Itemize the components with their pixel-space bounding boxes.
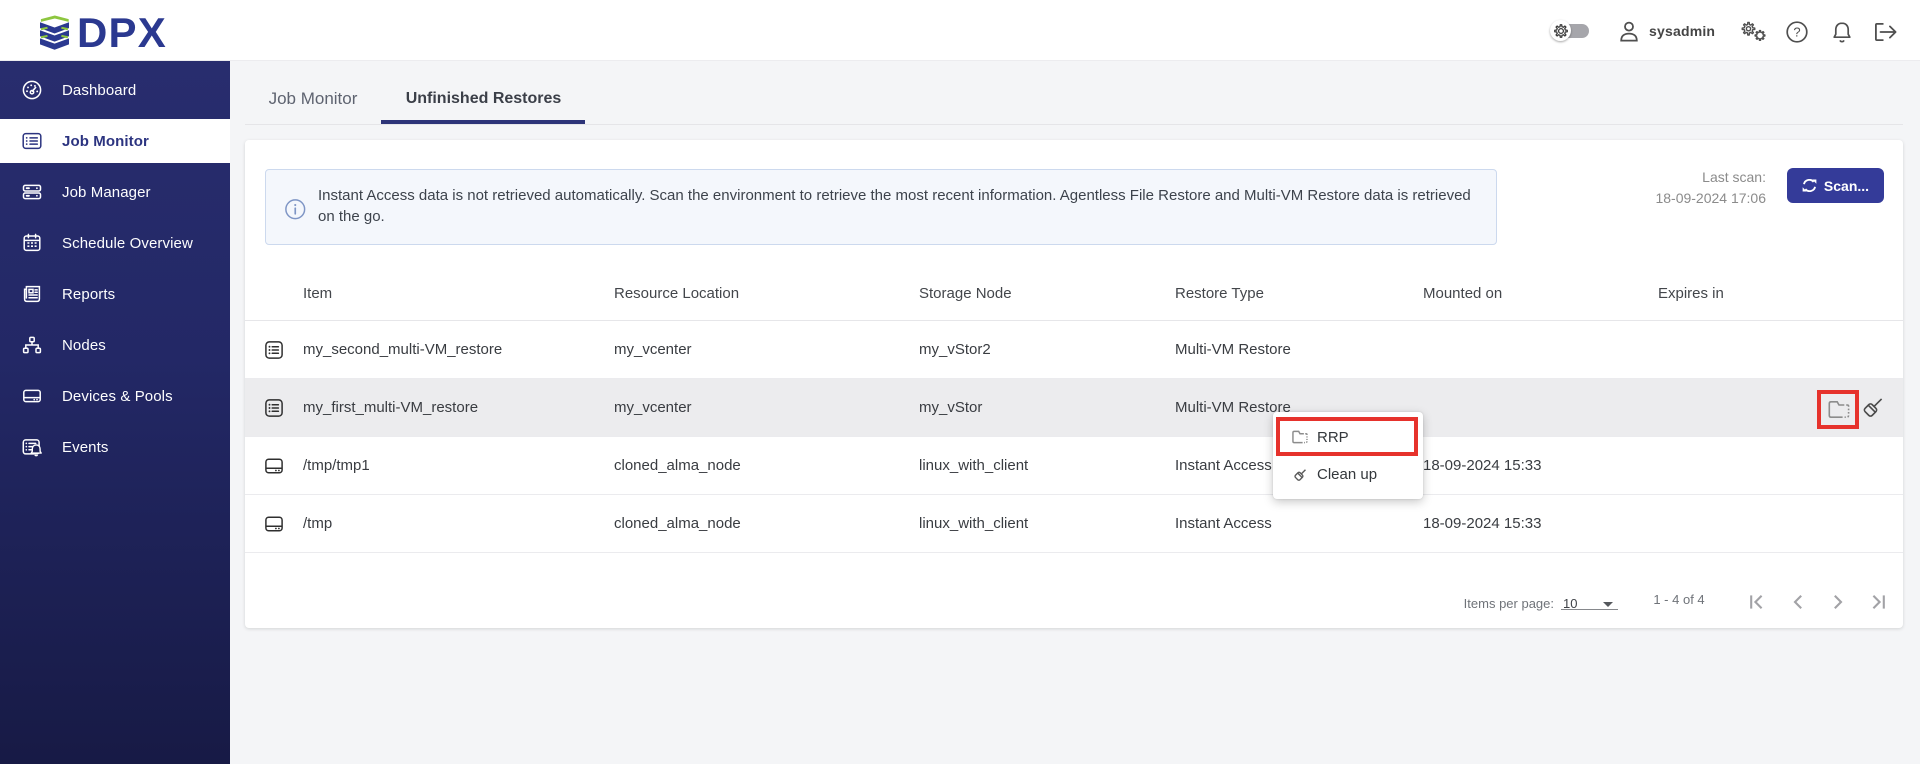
svg-text:?: ? — [1793, 25, 1800, 40]
